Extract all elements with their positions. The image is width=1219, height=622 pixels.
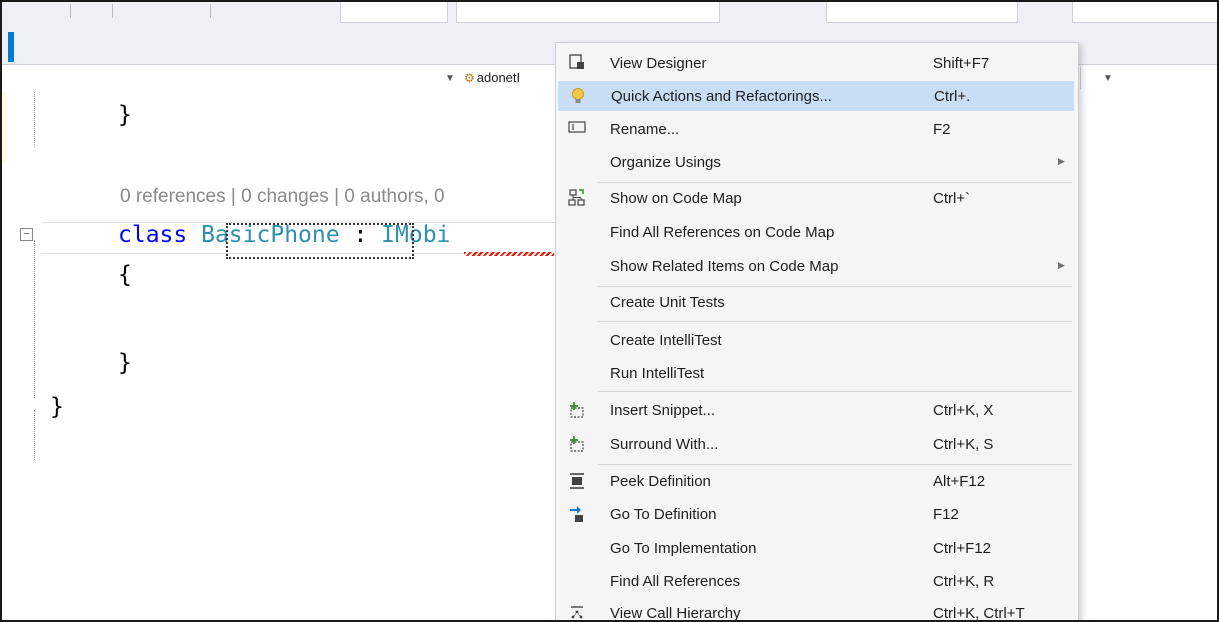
change-margin [2,92,6,162]
menu-item-label: Find All References on Code Map [610,224,835,241]
call-hierarchy-icon [568,604,586,620]
chevron-down-icon: ▼ [1103,73,1113,84]
menu-item-label: Create Unit Tests [610,294,725,311]
menu-item-shortcut: Ctrl+` [933,190,971,207]
rename-highlight-box [226,223,414,259]
menu-item-peek-definition[interactable]: Peek Definition Alt+F12 [558,467,1074,497]
indent-guide [34,92,36,147]
namespace-close-brace: } [50,394,64,420]
collapse-toggle-icon[interactable]: − [20,228,33,241]
menu-item-shortcut: Ctrl+. [934,88,971,105]
ide-window: ▼ ⚙ adonetI ▼ } 0 references | 0 changes … [0,0,1219,622]
context-menu: View Designer Shift+F7 Quick Actions and… [555,42,1079,622]
open-brace: { [118,262,132,288]
menu-item-label: View Designer [610,55,707,72]
menu-separator [598,391,1072,392]
keyword-class: class [118,222,188,248]
code-map-icon [568,189,586,207]
menu-separator [598,182,1072,183]
rename-icon [568,120,586,138]
menu-item-create-unit-tests[interactable]: Create Unit Tests [558,288,1074,318]
menu-item-label: Insert Snippet... [610,402,716,419]
toolbar-platform-dropdown[interactable] [456,2,720,23]
toolbar-start-dropdown[interactable] [826,2,1018,23]
menu-item-label: Create IntelliTest [610,332,722,349]
member-dropdown-label: adonetI [476,70,521,85]
menu-item-label: Run IntelliTest [610,365,705,382]
toolbar-separator [70,4,71,18]
toolbar-separator [112,4,113,18]
menu-item-create-intellitest[interactable]: Create IntelliTest [558,326,1074,356]
menu-item-shortcut: Alt+F12 [933,473,986,490]
surround-with-icon [568,435,586,453]
menu-item-label: Rename... [610,121,680,138]
insert-snippet-icon [568,401,586,419]
menu-item-label: Find All References [610,573,741,590]
code-brace: } [118,102,132,128]
menu-separator [598,321,1072,322]
menu-item-shortcut: Ctrl+K, X [933,402,994,419]
menu-item-find-all-refs-code-map[interactable]: Find All References on Code Map [558,218,1074,248]
submenu-arrow-icon: ▶ [1058,156,1065,166]
member-dropdown[interactable]: ⚙ adonetI [464,70,520,85]
nav-dropdown-right[interactable]: ▼ [1080,67,1121,89]
indent-guide [34,240,36,398]
menu-item-run-intellitest[interactable]: Run IntelliTest [558,359,1074,389]
menu-item-show-related-items[interactable]: Show Related Items on Code Map ▶ [558,252,1074,282]
menu-item-label: Organize Usings [610,154,721,171]
menu-item-surround-with[interactable]: Surround With... Ctrl+K, S [558,430,1074,460]
toolbar-search-box[interactable] [1072,2,1217,23]
menu-item-label: Peek Definition [610,473,711,490]
class-member-icon: ⚙ [464,71,475,85]
menu-item-shortcut: Ctrl+K, R [933,573,995,590]
menu-item-shortcut: F2 [933,121,951,138]
menu-item-go-to-definition[interactable]: Go To Definition F12 [558,500,1074,530]
peek-definition-icon [568,472,586,490]
menu-separator [598,286,1072,287]
menu-item-shortcut: Shift+F7 [933,55,990,72]
go-to-definition-icon [568,505,586,523]
menu-item-label: Go To Definition [610,506,717,523]
menu-item-shortcut: Ctrl+K, Ctrl+T [933,605,1025,622]
menu-item-label: Show on Code Map [610,190,742,207]
menu-item-go-to-implementation[interactable]: Go To Implementation Ctrl+F12 [558,534,1074,564]
menu-item-label: View Call Hierarchy [610,605,741,622]
menu-item-label: Quick Actions and Refactorings... [611,88,832,105]
menu-item-organize-usings[interactable]: Organize Usings ▶ [558,148,1074,178]
indent-guide [34,410,36,460]
menu-separator [598,464,1072,465]
menu-item-show-on-code-map[interactable]: Show on Code Map Ctrl+` [558,184,1074,214]
tab-accent [8,32,14,62]
menu-item-view-call-hierarchy[interactable]: View Call Hierarchy Ctrl+K, Ctrl+T [558,599,1074,622]
menu-item-quick-actions[interactable]: Quick Actions and Refactorings... Ctrl+. [558,81,1074,111]
toolbar-config-dropdown[interactable] [340,2,448,23]
submenu-arrow-icon: ▶ [1058,260,1065,270]
menu-item-label: Show Related Items on Code Map [610,258,839,275]
lightbulb-icon [569,87,587,105]
close-brace: } [118,350,132,376]
codelens-info[interactable]: 0 references | 0 changes | 0 authors, 0 [120,186,445,208]
menu-item-view-designer[interactable]: View Designer Shift+F7 [558,49,1074,79]
chevron-down-icon[interactable]: ▼ [445,73,455,84]
menu-item-shortcut: F12 [933,506,959,523]
menu-item-label: Go To Implementation [610,540,757,557]
menu-item-shortcut: Ctrl+F12 [933,540,991,557]
menu-item-rename[interactable]: Rename... F2 [558,115,1074,145]
error-squiggle [464,252,554,256]
toolbar-separator [210,4,211,18]
menu-item-shortcut: Ctrl+K, S [933,436,994,453]
menu-item-insert-snippet[interactable]: Insert Snippet... Ctrl+K, X [558,396,1074,426]
menu-item-find-all-references[interactable]: Find All References Ctrl+K, R [558,567,1074,597]
view-designer-icon [568,54,586,72]
menu-item-label: Surround With... [610,436,719,453]
